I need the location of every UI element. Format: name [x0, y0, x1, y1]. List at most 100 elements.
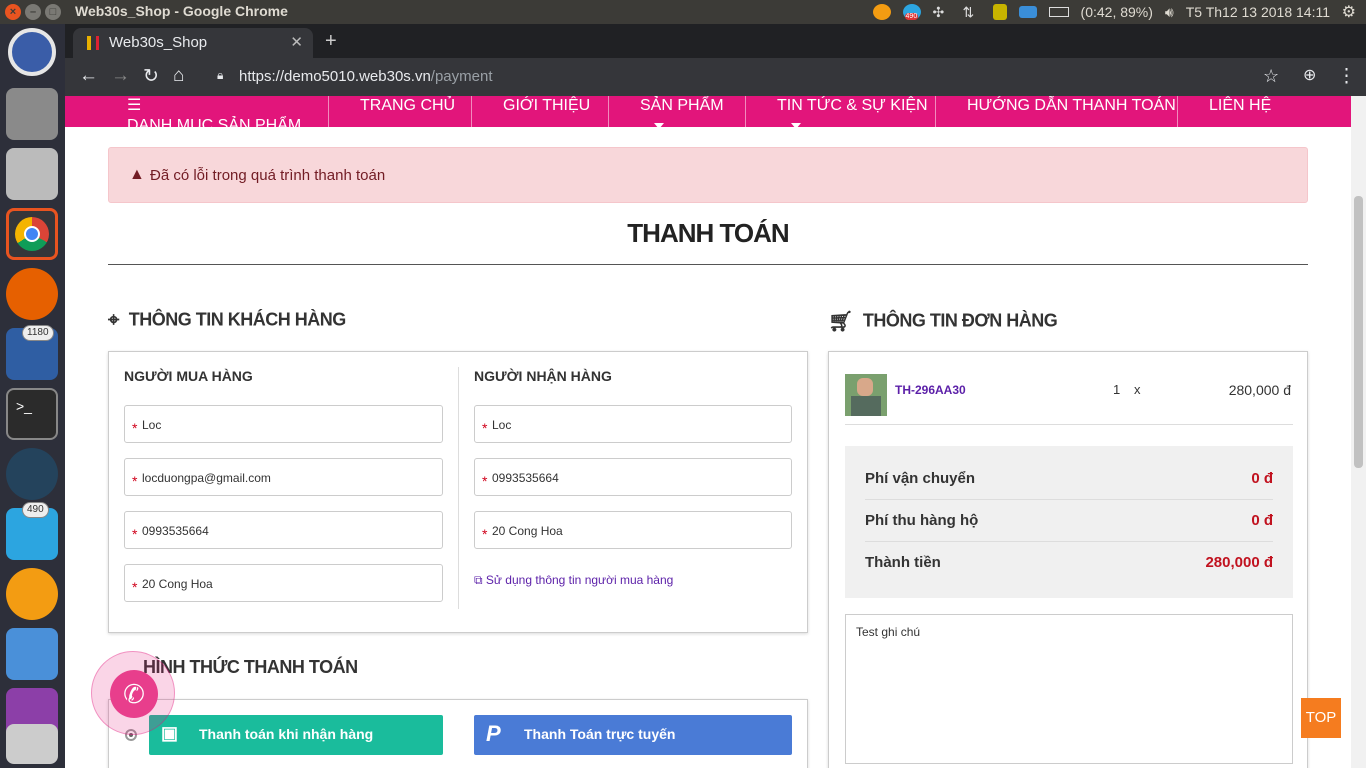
buyer-name-field[interactable]: * Loc	[124, 405, 443, 443]
back-to-top-button[interactable]: TOP	[1301, 698, 1341, 738]
app-icon[interactable]	[6, 628, 58, 680]
forward-icon[interactable]: →	[111, 65, 130, 87]
app-tray-icon[interactable]	[872, 4, 891, 20]
files-icon[interactable]	[6, 88, 58, 140]
shopping-cart-icon: 🛒︎	[828, 311, 853, 333]
field-value: 0993535664	[142, 524, 209, 538]
main-nav: ☰DANH MỤC SẢN PHẨM TRANG CHỦ GIỚI THIỆU …	[65, 96, 1351, 134]
order-info-box: TH-296AA30 1 x 280,000 đ Phí vận chuyển 0…	[828, 351, 1308, 768]
nav-news[interactable]: TIN TỨC & SỰ KIỆN	[746, 96, 936, 129]
telegram-tray-icon[interactable]: 490	[902, 4, 921, 20]
receiver-name-field[interactable]: * Loc	[474, 405, 792, 443]
phone-icon: ✆	[110, 670, 158, 718]
unikey-tray-icon[interactable]	[992, 4, 1007, 20]
order-note-textarea[interactable]: Test ghi chú	[845, 614, 1293, 764]
nav-label: TRANG CHỦ	[360, 97, 456, 114]
minimize-window-icon[interactable]: –	[25, 4, 41, 20]
address-bar[interactable]: https://demo5010.web30s.vn/payment	[239, 68, 493, 85]
total-row: Thành tiền 280,000 đ	[865, 542, 1273, 584]
new-tab-icon[interactable]: +	[325, 30, 337, 53]
paypal-icon: P	[486, 721, 501, 746]
field-value: 20 Cong Hoa	[492, 524, 563, 538]
field-value: Loc	[142, 418, 162, 432]
home-icon[interactable]: ⌂	[173, 65, 184, 87]
window-title: Web30s_Shop - Google Chrome	[75, 3, 288, 19]
nav-category-menu[interactable]: ☰ DANH MỤC SẢN PHẨM	[127, 96, 329, 134]
call-button[interactable]: ✆	[91, 651, 175, 735]
alert-text: Đã có lỗi trong quá trình thanh toán	[150, 167, 386, 184]
order-summary: Phí vận chuyển 0 đ Phí thu hàng hộ 0 đ Thà…	[845, 446, 1293, 598]
app-icon[interactable]	[6, 724, 58, 764]
bookmark-star-icon[interactable]: ☆	[1263, 66, 1279, 87]
cod-payment-button[interactable]: ▣ Thanh toán khi nhận hàng	[149, 715, 443, 755]
use-buyer-info-link[interactable]: ⧉ Sử dụng thông tin người mua hàng	[474, 573, 673, 588]
page-scrollbar[interactable]	[1351, 96, 1366, 768]
customer-info-box: NGƯỜI MUA HÀNG NGƯỜI NHẬN HÀNG * Loc * loc…	[108, 351, 808, 633]
error-alert: ▲ Đã có lỗi trong quá trình thanh toán	[108, 147, 1308, 203]
reload-icon[interactable]: ↻	[143, 65, 159, 88]
nav-label: SẢN PHẨM	[640, 97, 724, 114]
nav-contact[interactable]: LIÊN HỆ	[1178, 96, 1298, 127]
shipping-row: Phí vận chuyển 0 đ	[865, 458, 1273, 500]
row-value: 0 đ	[1251, 512, 1273, 529]
product-price: 280,000 đ	[1228, 382, 1291, 398]
buyer-phone-field[interactable]: * 0993535664	[124, 511, 443, 549]
os-top-bar: × – □ Web30s_Shop - Google Chrome 490 ✣ …	[0, 0, 1366, 24]
close-tab-icon[interactable]: ✕	[290, 33, 303, 51]
clock[interactable]: T5 Th12 13 2018 14:11	[1186, 4, 1330, 20]
copy-icon: ⧉	[474, 573, 483, 587]
system-tray: 490 ✣ ⇅ (0:42, 89%) 🔊︎ T5 Th12 13 2018 1…	[872, 0, 1366, 24]
column-divider	[458, 367, 459, 609]
customer-section-heading: ⌖ THÔNG TIN KHÁCH HÀNG	[108, 309, 346, 332]
firefox-icon[interactable]	[6, 268, 58, 320]
product-code-link[interactable]: TH-296AA30	[895, 383, 966, 397]
payment-method-box: ▣ Thanh toán khi nhận hàng P Thanh Toán …	[108, 699, 808, 768]
required-mark: *	[482, 473, 488, 489]
battery-icon[interactable]	[1048, 7, 1069, 17]
row-label: Phí thu hàng hộ	[865, 512, 979, 529]
gear-icon[interactable]: ⚙	[1342, 2, 1356, 22]
tab-web30s-shop[interactable]: Web30s_Shop ✕	[73, 28, 313, 58]
telegram-badge: 490	[22, 502, 49, 518]
heading-text: THÔNG TIN KHÁCH HÀNG	[128, 309, 347, 330]
terminal-icon[interactable]: >_	[6, 388, 58, 440]
nav-home[interactable]: TRANG CHỦ	[329, 96, 472, 127]
order-section-heading: 🛒︎ THÔNG TIN ĐƠN HÀNG	[828, 309, 1058, 334]
tray-badge: 490	[904, 13, 919, 20]
maximize-window-icon[interactable]: □	[45, 4, 61, 20]
buyer-email-field[interactable]: * locduongpa@gmail.com	[124, 458, 443, 496]
incognito-icon[interactable]: ⊕	[1303, 65, 1316, 85]
product-quantity: 1	[1113, 382, 1121, 397]
web-page: ☰DANH MỤC SẢN PHẨM TRANG CHỦ GIỚI THIỆU …	[65, 96, 1351, 768]
receiver-address-field[interactable]: * 20 Cong Hoa	[474, 511, 792, 549]
ubuntu-dash-icon[interactable]	[8, 28, 56, 76]
nav-label: HƯỚNG DẪN THANH TOÁN	[967, 97, 1176, 114]
remote-desktop-icon[interactable]	[6, 448, 58, 500]
scrollbar-thumb[interactable]	[1354, 196, 1363, 468]
tab-strip: Web30s_Shop ✕ +	[65, 24, 1366, 58]
volume-icon[interactable]: 🔊︎	[1165, 4, 1174, 21]
nav-products[interactable]: SẢN PHẨM	[609, 96, 746, 129]
chrome-icon[interactable]	[6, 208, 58, 260]
sync-tray-icon[interactable]: ✣	[933, 4, 951, 20]
buyer-address-field[interactable]: * 20 Cong Hoa	[124, 564, 443, 602]
lock-icon[interactable]: 🔒︎	[217, 68, 223, 83]
app-icon[interactable]	[6, 568, 58, 620]
tab-title: Web30s_Shop	[109, 34, 208, 51]
network-tray-icon[interactable]: ⇅	[963, 4, 981, 20]
menu-icon[interactable]: ⋮	[1337, 65, 1356, 88]
warning-icon: ▲	[129, 166, 145, 183]
receiver-phone-field[interactable]: * 0993535664	[474, 458, 792, 496]
online-payment-button[interactable]: P Thanh Toán trực tuyến	[474, 715, 792, 755]
required-mark: *	[132, 473, 138, 489]
back-icon[interactable]: ←	[79, 65, 98, 87]
product-thumbnail[interactable]	[845, 374, 887, 416]
button-label: Thanh toán khi nhận hàng	[199, 726, 374, 742]
mail-tray-icon[interactable]	[1018, 6, 1037, 18]
disk-icon[interactable]	[6, 148, 58, 200]
nav-payment-guide[interactable]: HƯỚNG DẪN THANH TOÁN	[936, 96, 1178, 127]
close-window-icon[interactable]: ×	[5, 4, 21, 20]
required-mark: *	[482, 526, 488, 542]
field-value: Loc	[492, 418, 512, 432]
nav-about[interactable]: GIỚI THIỆU	[472, 96, 609, 127]
